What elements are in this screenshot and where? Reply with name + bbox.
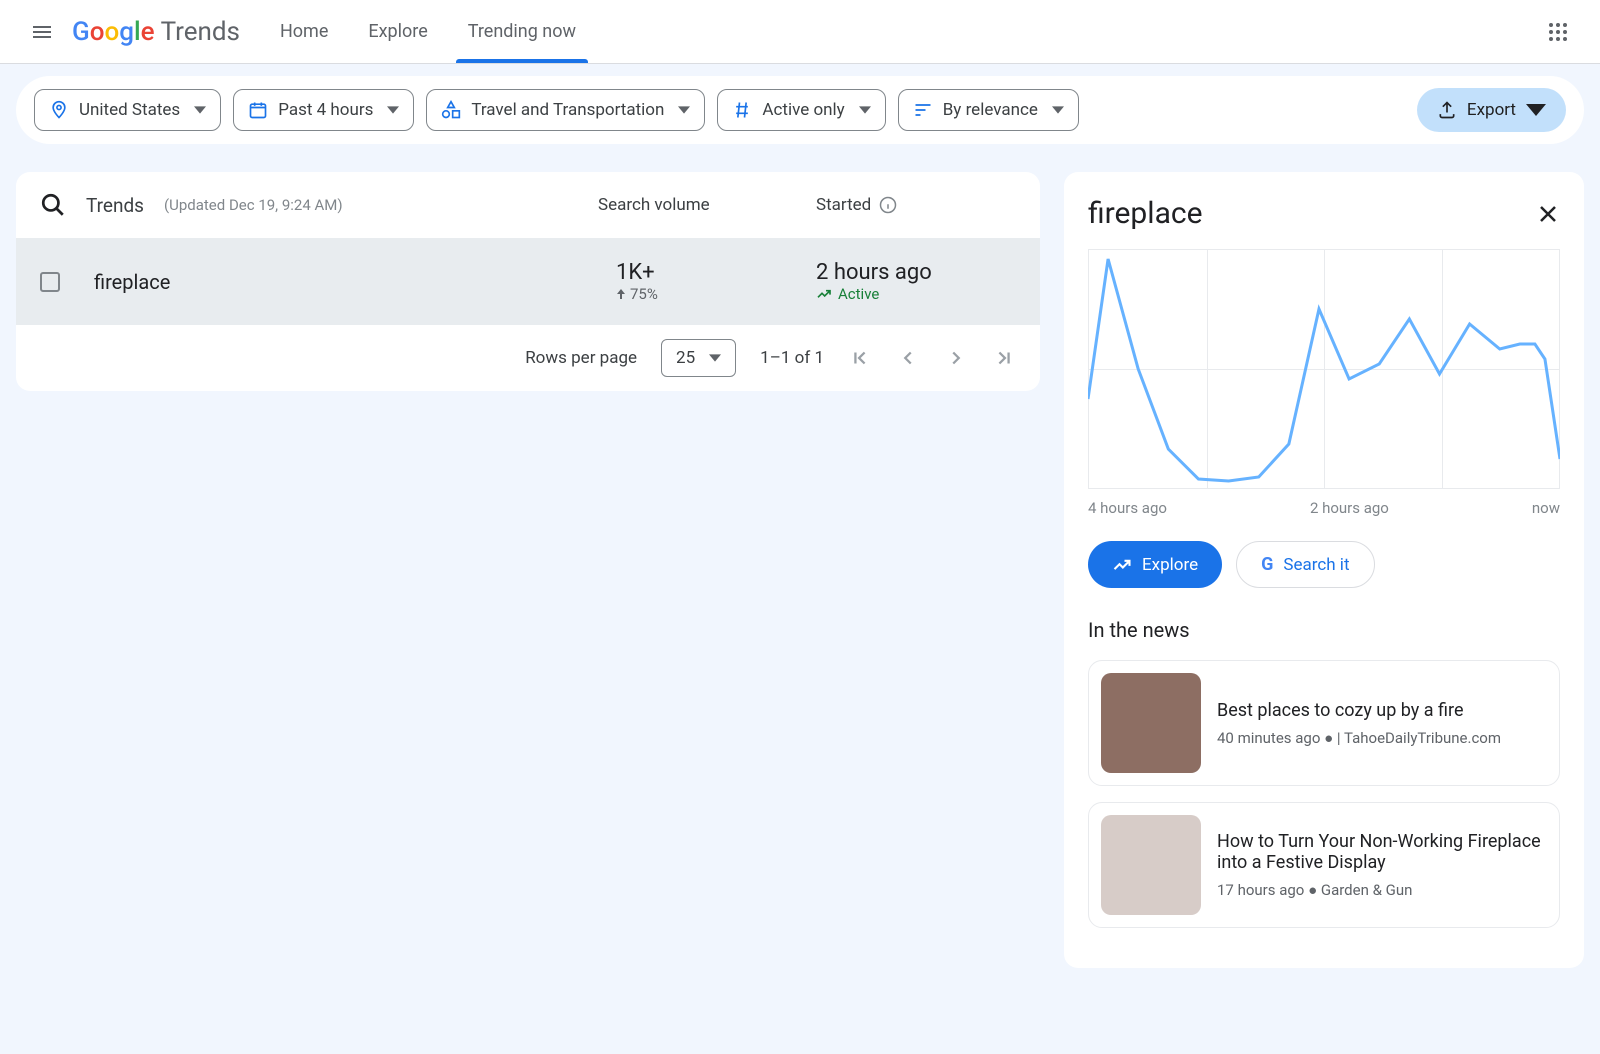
news-item[interactable]: Best places to cozy up by a fire 40 minu… (1088, 660, 1560, 786)
tab-explore[interactable]: Explore (368, 0, 427, 63)
row-checkbox[interactable] (40, 272, 60, 292)
chart-x-axis: 4 hours ago 2 hours ago now (1088, 499, 1560, 517)
filter-status-label: Active only (762, 100, 844, 120)
trending-icon (816, 286, 832, 302)
close-button[interactable] (1536, 202, 1560, 226)
search-icon[interactable] (40, 192, 66, 218)
news-meta: 40 minutes ago ● | TahoeDailyTribune.com (1217, 729, 1501, 747)
explore-button[interactable]: Explore (1088, 541, 1222, 588)
chart-line (1088, 249, 1560, 489)
trend-term: fireplace (94, 270, 170, 294)
volume-value: 1K+ (616, 260, 816, 285)
filter-status[interactable]: Active only (717, 89, 885, 131)
brand-label: Trends (161, 17, 240, 47)
volume-column-label: Search volume (598, 195, 798, 215)
arrow-up-icon (616, 289, 626, 299)
nav-tabs: Home Explore Trending now (280, 0, 576, 63)
chevron-down-icon (387, 104, 399, 116)
table-header: Trends (Updated Dec 19, 9:24 AM) Search … (16, 172, 1040, 238)
sort-icon (913, 100, 933, 120)
logo[interactable]: Google Trends (72, 17, 240, 47)
filter-bar-wrap: United States Past 4 hours Travel and Tr… (0, 64, 1600, 156)
news-thumbnail (1101, 673, 1201, 773)
calendar-icon (248, 100, 268, 120)
export-icon (1437, 100, 1457, 120)
news-item[interactable]: How to Turn Your Non-Working Fireplace i… (1088, 802, 1560, 928)
filter-sort-label: By relevance (943, 100, 1038, 120)
tab-trending-now[interactable]: Trending now (468, 0, 576, 63)
app-header: Google Trends Home Explore Trending now (0, 0, 1600, 64)
chevron-down-icon (194, 104, 206, 116)
prev-page-button[interactable] (896, 346, 920, 370)
status-badge: Active (816, 285, 1016, 303)
news-section-title: In the news (1088, 618, 1560, 642)
filter-timeframe[interactable]: Past 4 hours (233, 89, 414, 131)
trends-column-label: Trends (86, 194, 144, 217)
page-range: 1–1 of 1 (760, 348, 824, 368)
volume-delta: 75% (616, 285, 816, 303)
detail-title: fireplace (1088, 196, 1203, 231)
hash-icon (732, 100, 752, 120)
main-content: Trends (Updated Dec 19, 9:24 AM) Search … (0, 156, 1600, 1054)
google-icon: G (1261, 554, 1273, 575)
first-page-button[interactable] (848, 346, 872, 370)
info-icon[interactable] (879, 196, 897, 214)
rows-per-page-select[interactable]: 25 (661, 339, 736, 377)
news-headline: How to Turn Your Non-Working Fireplace i… (1217, 831, 1547, 873)
updated-timestamp: (Updated Dec 19, 9:24 AM) (164, 196, 343, 214)
export-label: Export (1467, 100, 1516, 120)
pin-icon (49, 100, 69, 120)
trends-table: Trends (Updated Dec 19, 9:24 AM) Search … (16, 172, 1040, 391)
tab-home[interactable]: Home (280, 0, 328, 63)
rows-per-page-label: Rows per page (525, 348, 637, 368)
started-ago: 2 hours ago (816, 260, 1016, 285)
chevron-down-icon (1526, 100, 1546, 120)
filter-category-label: Travel and Transportation (471, 100, 664, 120)
chevron-down-icon (678, 104, 690, 116)
started-column-label: Started (816, 195, 871, 215)
filter-sort[interactable]: By relevance (898, 89, 1079, 131)
shapes-icon (441, 100, 461, 120)
next-page-button[interactable] (944, 346, 968, 370)
apps-icon[interactable] (1536, 10, 1580, 54)
search-it-button[interactable]: G Search it (1236, 541, 1374, 588)
filter-timeframe-label: Past 4 hours (278, 100, 373, 120)
explore-icon (1112, 555, 1132, 575)
filter-region-label: United States (79, 100, 180, 120)
table-row[interactable]: fireplace 1K+ 75% 2 hours ago Active (16, 238, 1040, 325)
news-meta: 17 hours ago ● Garden & Gun (1217, 881, 1547, 899)
filter-region[interactable]: United States (34, 89, 221, 131)
detail-panel: fireplace 4 hours ago 2 hours ago (1064, 172, 1584, 968)
filter-bar: United States Past 4 hours Travel and Tr… (16, 76, 1584, 144)
chevron-down-icon (709, 352, 721, 364)
news-thumbnail (1101, 815, 1201, 915)
last-page-button[interactable] (992, 346, 1016, 370)
pagination: Rows per page 25 1–1 of 1 (16, 325, 1040, 391)
filter-category[interactable]: Travel and Transportation (426, 89, 705, 131)
chevron-down-icon (1052, 104, 1064, 116)
trend-chart (1088, 249, 1560, 489)
chevron-down-icon (859, 104, 871, 116)
export-button[interactable]: Export (1417, 88, 1566, 132)
menu-icon[interactable] (20, 10, 64, 54)
news-headline: Best places to cozy up by a fire (1217, 700, 1501, 721)
